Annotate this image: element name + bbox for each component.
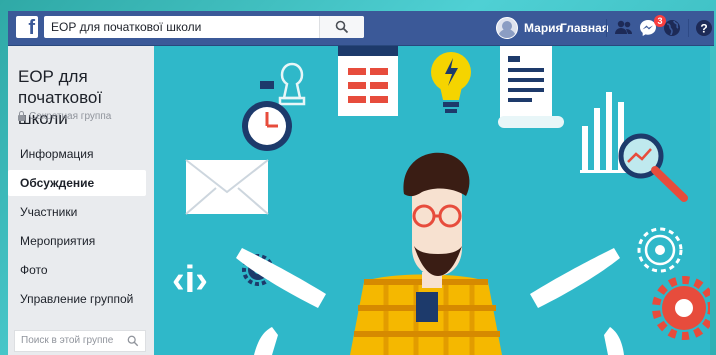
svg-text:?: ? bbox=[700, 22, 707, 36]
nav-divider bbox=[688, 19, 689, 37]
search-bar[interactable]: ЕОР для початкової школи bbox=[44, 16, 364, 38]
chess-pawn-icon bbox=[278, 62, 306, 106]
lock-icon bbox=[18, 110, 25, 121]
document-icon bbox=[338, 46, 398, 116]
analytics-icon bbox=[580, 92, 688, 202]
left-hand bbox=[254, 327, 278, 355]
sidebar-item-info[interactable]: Информация bbox=[8, 141, 146, 167]
group-privacy: Секретная группа bbox=[18, 110, 112, 122]
top-navigation-bar: f ЕОР для початкової школи Мария Главная… bbox=[8, 11, 714, 46]
group-search-field[interactable]: Поиск в этой группе bbox=[14, 330, 146, 352]
sidebar-item-photos[interactable]: Фото bbox=[8, 257, 146, 283]
gear-outline-icon bbox=[637, 227, 683, 273]
group-sidebar: ЕОР для початкової школи Секретная групп… bbox=[8, 46, 154, 355]
person-illustration bbox=[236, 152, 620, 355]
profile-link[interactable]: Мария bbox=[496, 16, 563, 40]
envelope-icon bbox=[185, 159, 269, 215]
cover-illustration: ‹i› bbox=[172, 46, 710, 355]
sidebar-item-events[interactable]: Мероприятия bbox=[8, 228, 146, 254]
facebook-logo[interactable]: f bbox=[16, 16, 38, 39]
sidebar-item-manage-group[interactable]: Управление группой bbox=[8, 286, 146, 312]
group-search-input[interactable]: Поиск в этой группе bbox=[21, 335, 113, 346]
friends-icon[interactable] bbox=[614, 18, 634, 38]
search-icon bbox=[335, 20, 349, 34]
group-cover-photo[interactable]: ‹i› bbox=[154, 46, 710, 355]
info-icon: ‹i› bbox=[172, 259, 208, 301]
right-hand bbox=[604, 327, 624, 355]
user-name: Мария bbox=[524, 21, 563, 35]
globe-icon[interactable] bbox=[662, 18, 682, 38]
sidebar-item-members[interactable]: Участники bbox=[8, 199, 146, 225]
search-button[interactable] bbox=[319, 16, 364, 38]
sidebar-item-discussion[interactable]: Обсуждение bbox=[8, 170, 146, 196]
search-icon[interactable] bbox=[127, 335, 139, 347]
lightbulb-icon bbox=[431, 52, 471, 113]
paper-scroll-icon bbox=[498, 46, 564, 128]
nav-divider bbox=[606, 19, 607, 37]
help-icon[interactable]: ? bbox=[694, 18, 714, 38]
logo-letter: f bbox=[28, 17, 35, 39]
red-gear-icon bbox=[652, 276, 710, 340]
avatar bbox=[496, 17, 518, 39]
privacy-label: Секретная группа bbox=[29, 111, 112, 122]
search-input[interactable]: ЕОР для початкової школи bbox=[51, 20, 201, 34]
home-link[interactable]: Главная bbox=[560, 21, 609, 35]
